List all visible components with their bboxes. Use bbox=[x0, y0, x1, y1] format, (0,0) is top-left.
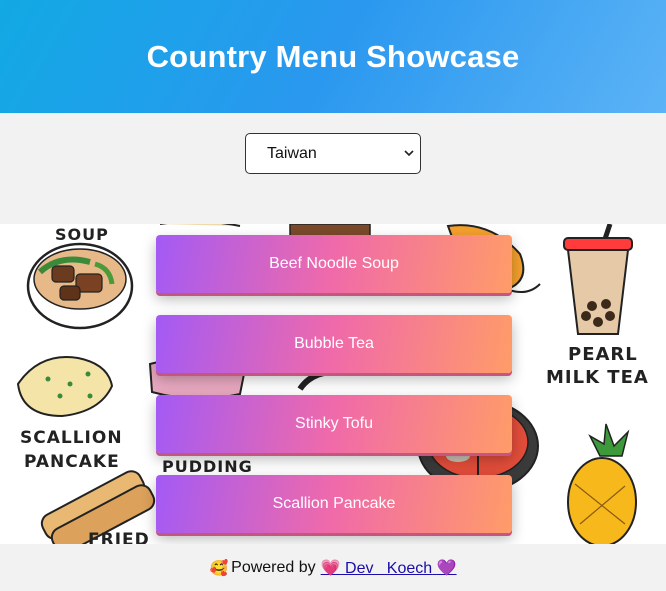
page-header: Country Menu Showcase bbox=[0, 0, 666, 113]
country-select-area: Taiwan bbox=[0, 113, 666, 224]
powered-by-text: Powered by bbox=[231, 558, 316, 576]
dish-button-beef-noodle-soup[interactable]: Beef Noodle Soup bbox=[156, 235, 512, 293]
country-select[interactable]: Taiwan bbox=[245, 133, 421, 174]
milk-tea-cup-illustration bbox=[563, 224, 633, 335]
art-label-soup: SOUP bbox=[55, 225, 109, 244]
heart-icon: 💗 bbox=[320, 557, 341, 577]
chevron-down-icon bbox=[398, 133, 420, 174]
noodle-bowl-illustration bbox=[26, 242, 134, 330]
dish-button-scallion-pancake[interactable]: Scallion Pancake bbox=[156, 475, 512, 533]
art-label-pancake: PANCAKE bbox=[24, 452, 120, 472]
smiling-face-hearts-icon: 🥰 bbox=[209, 558, 229, 577]
menu-showcase: SOUP SCALLION PANCAKE FRIED PUDDING PEAR… bbox=[0, 224, 666, 544]
art-label-milk-tea: MILK TEA bbox=[546, 367, 649, 388]
scallion-pancake-illustration bbox=[16, 356, 114, 418]
art-label-scallion: SCALLION bbox=[20, 428, 123, 448]
dish-list: Beef Noodle Soup Bubble Tea Stinky Tofu … bbox=[156, 235, 512, 544]
author-name: Dev Koech bbox=[345, 559, 433, 577]
author-link[interactable]: 💗 Dev Koech 💜 bbox=[321, 558, 457, 578]
purple-heart-icon: 💜 bbox=[436, 557, 457, 577]
country-select-value: Taiwan bbox=[267, 144, 317, 162]
dish-button-bubble-tea[interactable]: Bubble Tea bbox=[156, 315, 512, 373]
footer: 🥰 Powered by 💗 Dev Koech 💜 bbox=[0, 544, 666, 591]
page-title: Country Menu Showcase bbox=[146, 38, 520, 74]
art-label-fried: FRIED bbox=[88, 530, 150, 544]
art-label-pearl: PEARL bbox=[568, 344, 638, 365]
dish-button-stinky-tofu[interactable]: Stinky Tofu bbox=[156, 395, 512, 453]
pineapple-illustration bbox=[567, 423, 637, 544]
